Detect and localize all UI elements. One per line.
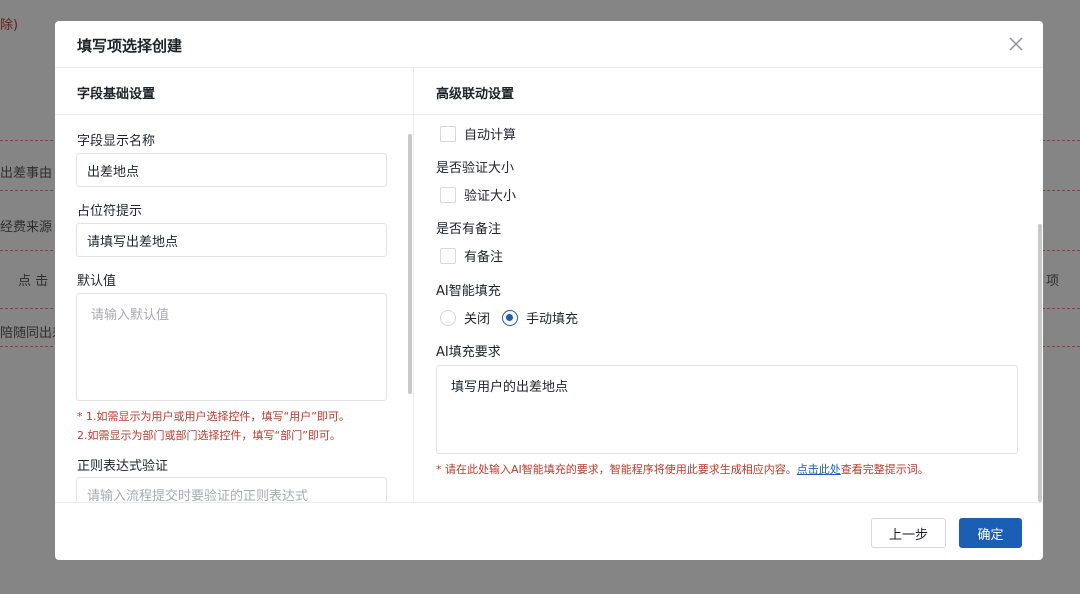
regex-label: 正则表达式验证 (77, 459, 169, 474)
ai-fill-radio-manual[interactable]: 手动填充 (502, 308, 578, 327)
ai-fill-title: AI智能填充 (436, 284, 501, 299)
placeholder-label: 占位符提示 (77, 204, 143, 219)
verify-size-title: 是否验证大小 (436, 161, 515, 176)
placeholder-input[interactable]: 请填写出差地点 (76, 223, 387, 257)
verify-size-checkbox[interactable] (440, 186, 456, 203)
radio-manual[interactable] (502, 309, 518, 326)
create-field-modal: 填写项选择创建 字段基础设置 字段显示名称 出差地点 占位符提示 请填写出差地点… (55, 21, 1043, 560)
ai-hint-link[interactable]: 点击此处 (797, 463, 841, 476)
default-value-textarea[interactable]: 请输入默认值 (76, 293, 387, 401)
ai-requirement-textarea[interactable]: 填写用户的出差地点 (436, 365, 1018, 454)
divider (55, 114, 413, 115)
verify-size-label: 验证大小 (464, 189, 517, 204)
radio-off-label: 关闭 (464, 312, 491, 327)
section-title-basic: 字段基础设置 (77, 87, 156, 102)
auto-calc-checkbox-row[interactable]: 自动计算 (440, 124, 516, 143)
remark-checkbox[interactable] (440, 247, 456, 264)
section-title-advanced: 高级联动设置 (436, 87, 515, 102)
regex-input[interactable]: 请输入流程提交时要验证的正则表达式 (76, 477, 387, 502)
right-scrollbar[interactable] (1038, 224, 1042, 502)
verify-size-checkbox-row[interactable]: 验证大小 (440, 185, 516, 204)
ai-hint-suffix: 查看完整提示词。 (840, 463, 929, 476)
modal-title: 填写项选择创建 (77, 37, 183, 55)
confirm-button[interactable]: 确定 (959, 518, 1022, 548)
ai-requirement-title: AI填充要求 (436, 345, 501, 360)
default-value-hint-1: * 1.如需显示为用户或用户选择控件，填写“用户”即可。 (77, 410, 350, 423)
display-name-input[interactable]: 出差地点 (76, 153, 387, 187)
default-value-hint-2: 2.如需显示为部门或部门选择控件，填写“部门”即可。 (77, 429, 341, 442)
ai-requirement-hint: * 请在此处输入AI智能填充的要求，智能程序将使用此要求生成相应内容。点击此处查… (436, 461, 929, 477)
basic-settings-pane: 字段基础设置 字段显示名称 出差地点 占位符提示 请填写出差地点 默认值 请输入… (55, 68, 414, 502)
auto-calc-checkbox[interactable] (440, 125, 456, 142)
default-value-label: 默认值 (77, 274, 117, 289)
remark-checkbox-row[interactable]: 有备注 (440, 246, 503, 265)
left-scrollbar[interactable] (408, 134, 412, 394)
remark-title: 是否有备注 (436, 222, 502, 237)
auto-calc-label: 自动计算 (464, 128, 517, 143)
prev-step-button[interactable]: 上一步 (871, 518, 946, 548)
modal-header: 填写项选择创建 (55, 21, 1043, 68)
close-icon[interactable] (1007, 35, 1025, 53)
radio-off[interactable] (440, 309, 456, 326)
divider (414, 114, 1043, 115)
modal-footer: 上一步 确定 (55, 502, 1043, 560)
remark-label: 有备注 (464, 250, 504, 265)
advanced-settings-pane: 高级联动设置 自动计算 是否验证大小 验证大小 是否有备注 有备注 AI智能填充… (414, 68, 1043, 502)
radio-manual-label: 手动填充 (526, 312, 579, 327)
display-name-label: 字段显示名称 (77, 134, 156, 149)
ai-hint-prefix: * 请在此处输入AI智能填充的要求，智能程序将使用此要求生成相应内容。 (436, 463, 797, 476)
ai-fill-radio-off[interactable]: 关闭 (440, 308, 490, 327)
